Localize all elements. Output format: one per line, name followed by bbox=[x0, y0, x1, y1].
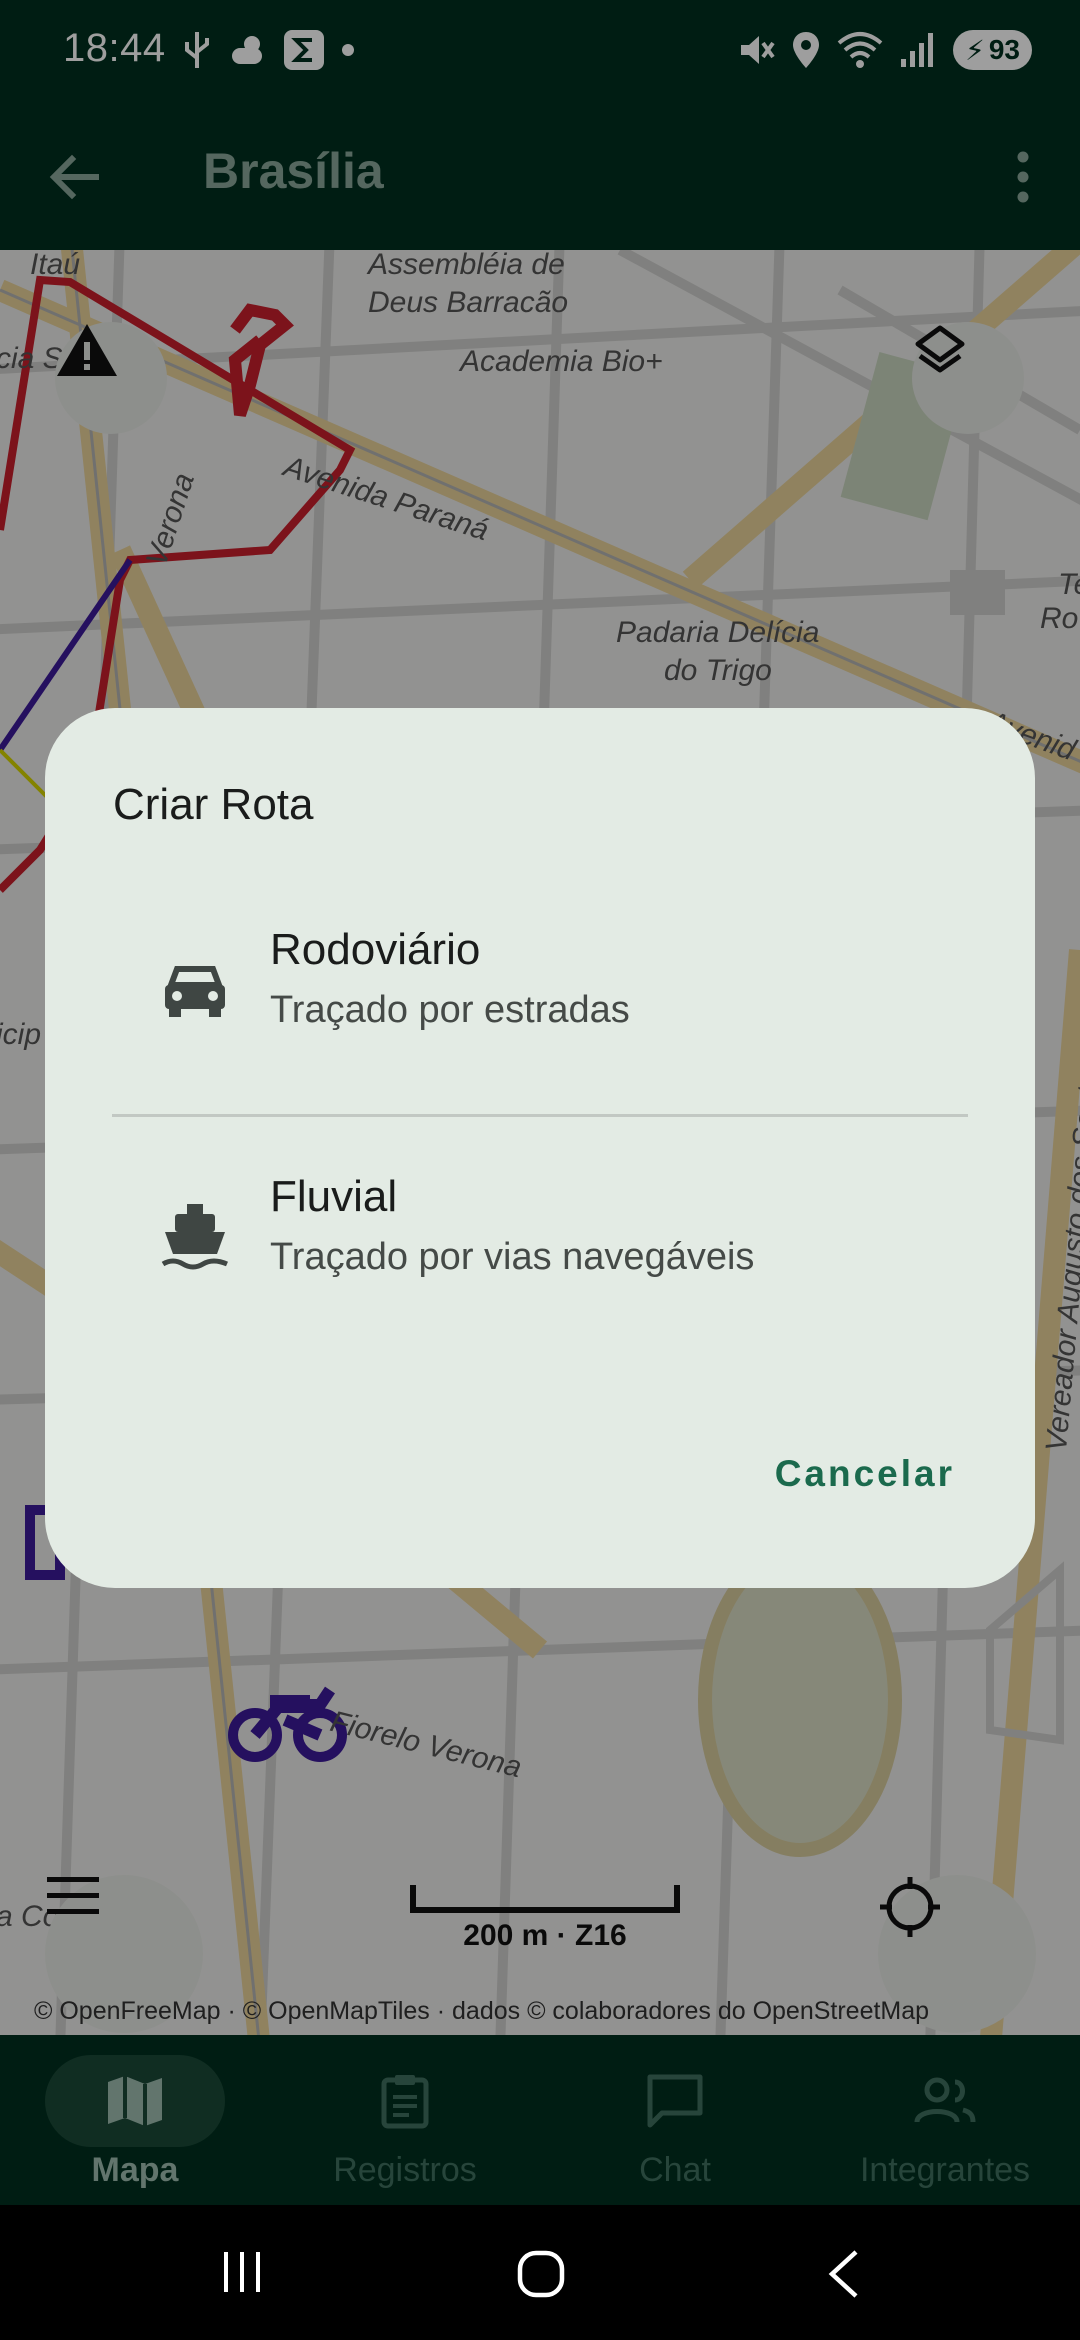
option-subtitle: Traçado por vias navegáveis bbox=[270, 1236, 755, 1278]
option-title: Rodoviário bbox=[270, 925, 481, 974]
divider bbox=[112, 1114, 968, 1117]
option-rodoviario[interactable]: Rodoviário Traçado por estradas bbox=[45, 893, 1035, 1093]
option-title: Fluvial bbox=[270, 1172, 398, 1221]
system-navigation-bar bbox=[0, 2205, 1080, 2340]
boat-icon bbox=[161, 1204, 228, 1270]
create-route-dialog: Criar Rota Rodoviário Traçado por estrad… bbox=[45, 708, 1035, 1588]
cancel-button[interactable]: Cancelar bbox=[775, 1453, 955, 1495]
back-nav-icon[interactable] bbox=[826, 2249, 860, 2299]
recent-apps-icon[interactable] bbox=[220, 2250, 264, 2294]
dialog-title: Criar Rota bbox=[113, 780, 314, 829]
home-icon[interactable] bbox=[516, 2249, 566, 2299]
option-fluvial[interactable]: Fluvial Traçado por vias navegáveis bbox=[45, 1140, 1035, 1340]
option-subtitle: Traçado por estradas bbox=[270, 989, 630, 1031]
car-icon bbox=[165, 966, 225, 1017]
